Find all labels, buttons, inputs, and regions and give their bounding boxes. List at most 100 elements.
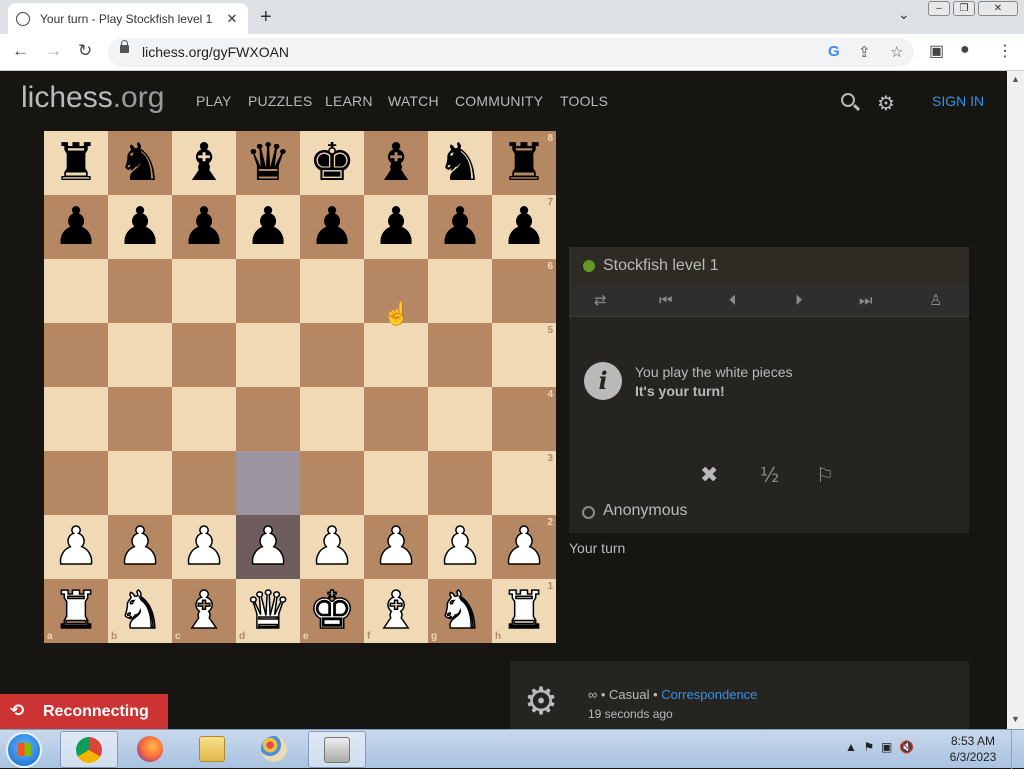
white-pawn-piece[interactable]: ♟	[372, 520, 420, 574]
square-c4[interactable]	[172, 387, 236, 451]
square-a4[interactable]	[44, 387, 108, 451]
white-pawn-piece[interactable]: ♟	[52, 520, 100, 574]
black-pawn-piece[interactable]: ♟	[309, 201, 356, 253]
square-f1[interactable]: ♝ f	[364, 579, 428, 643]
gear-icon[interactable]: ⚙	[877, 91, 895, 116]
previous-move-icon[interactable]: ⏴	[729, 291, 737, 309]
white-knight-piece[interactable]: ♞	[116, 584, 164, 638]
scroll-up-arrow-icon[interactable]: ▲	[1011, 74, 1020, 84]
square-e8[interactable]: ♚	[300, 131, 364, 195]
white-rook-piece[interactable]: ♜	[500, 584, 548, 638]
square-g8[interactable]: ♞	[428, 131, 492, 195]
tab-search-chevron-icon[interactable]: ⌄	[898, 6, 910, 23]
bookmark-star-icon[interactable]: ☆	[890, 43, 903, 61]
browser-menu-icon[interactable]: ⋮	[997, 41, 1013, 61]
url-text[interactable]: lichess.org/gyFWXOAN	[142, 44, 289, 60]
square-h2[interactable]: ♟ 2	[492, 515, 556, 579]
square-c7[interactable]: ♟	[172, 195, 236, 259]
player-name[interactable]: Anonymous	[603, 502, 688, 520]
last-move-icon[interactable]: ⏭	[859, 291, 873, 309]
resign-flag-icon[interactable]: ⚐	[816, 463, 834, 487]
share-icon[interactable]: ⇪	[858, 43, 871, 61]
square-f3[interactable]	[364, 451, 428, 515]
square-a3[interactable]	[44, 451, 108, 515]
new-tab-button[interactable]: +	[260, 6, 272, 29]
black-bishop-piece[interactable]: ♝	[373, 137, 420, 189]
scroll-down-arrow-icon[interactable]: ▼	[1011, 714, 1020, 724]
square-b6[interactable]	[108, 259, 172, 323]
square-f4[interactable]	[364, 387, 428, 451]
google-lens-icon[interactable]: G	[828, 43, 840, 60]
square-b3[interactable]	[108, 451, 172, 515]
browser-tab[interactable]: Your turn - Play Stockfish level 1 ✕	[8, 3, 248, 34]
next-move-icon[interactable]: ⏵	[795, 291, 803, 309]
reload-icon[interactable]: ↻	[78, 41, 92, 61]
black-pawn-piece[interactable]: ♟	[53, 201, 100, 253]
back-arrow-icon[interactable]: ←	[12, 41, 29, 61]
black-pawn-piece[interactable]: ♟	[437, 201, 484, 253]
black-knight-piece[interactable]: ♞	[437, 137, 484, 189]
square-e3[interactable]	[300, 451, 364, 515]
square-h5[interactable]: 5	[492, 323, 556, 387]
profile-avatar-icon[interactable]: ●	[960, 41, 970, 59]
show-desktop-button[interactable]	[1011, 730, 1024, 769]
close-window-icon[interactable]: ✕	[978, 1, 1018, 16]
square-f7[interactable]: ♟	[364, 195, 428, 259]
start-button[interactable]	[6, 732, 42, 768]
square-a7[interactable]: ♟	[44, 195, 108, 259]
square-a1[interactable]: ♜ a	[44, 579, 108, 643]
nav-tools[interactable]: TOOLS	[560, 93, 608, 109]
square-g3[interactable]	[428, 451, 492, 515]
white-pawn-piece[interactable]: ♟	[308, 520, 356, 574]
square-c1[interactable]: ♝ c	[172, 579, 236, 643]
black-pawn-piece[interactable]: ♟	[181, 201, 228, 253]
flip-board-icon[interactable]: ⇄	[594, 291, 607, 309]
square-f5[interactable]	[364, 323, 428, 387]
square-e5[interactable]	[300, 323, 364, 387]
square-g5[interactable]	[428, 323, 492, 387]
square-a8[interactable]: ♜	[44, 131, 108, 195]
square-g4[interactable]	[428, 387, 492, 451]
minimize-window-icon[interactable]: –	[928, 1, 950, 16]
white-pawn-piece[interactable]: ♟	[436, 520, 484, 574]
black-pawn-piece[interactable]: ♟	[117, 201, 164, 253]
black-pawn-piece[interactable]: ♟	[501, 201, 548, 253]
square-f2[interactable]: ♟	[364, 515, 428, 579]
white-rook-piece[interactable]: ♜	[52, 584, 100, 638]
square-b7[interactable]: ♟	[108, 195, 172, 259]
square-g2[interactable]: ♟	[428, 515, 492, 579]
address-bar[interactable]: lichess.org/gyFWXOAN G ⇪ ☆	[108, 38, 914, 67]
square-b4[interactable]	[108, 387, 172, 451]
opponent-name[interactable]: Stockfish level 1	[603, 257, 719, 275]
black-king-piece[interactable]: ♚	[309, 137, 356, 189]
taskbar-chrome[interactable]	[60, 731, 118, 768]
white-pawn-piece[interactable]: ♟	[500, 520, 548, 574]
square-h6[interactable]: 6	[492, 259, 556, 323]
square-g7[interactable]: ♟	[428, 195, 492, 259]
lock-icon[interactable]	[120, 40, 129, 53]
black-queen-piece[interactable]: ♛	[245, 137, 292, 189]
white-king-piece[interactable]: ♚	[308, 584, 356, 638]
taskbar-explorer[interactable]	[184, 731, 242, 768]
square-c3[interactable]	[172, 451, 236, 515]
square-e4[interactable]	[300, 387, 364, 451]
nav-play[interactable]: PLAY	[196, 93, 232, 109]
restore-window-icon[interactable]: ❐	[953, 1, 975, 16]
square-g1[interactable]: ♞ g	[428, 579, 492, 643]
black-rook-piece[interactable]: ♜	[501, 137, 548, 189]
square-h3[interactable]: 3	[492, 451, 556, 515]
forward-arrow-icon[interactable]: →	[45, 41, 62, 61]
white-pawn-piece[interactable]: ♟	[180, 520, 228, 574]
page-scrollbar[interactable]: ▲ ▼	[1007, 71, 1024, 729]
white-pawn-piece[interactable]: ♟	[116, 520, 164, 574]
nav-learn[interactable]: LEARN	[325, 93, 373, 109]
square-f8[interactable]: ♝	[364, 131, 428, 195]
square-h1[interactable]: ♜ 1 h	[492, 579, 556, 643]
square-a2[interactable]: ♟	[44, 515, 108, 579]
taskbar-clock[interactable]: 8:53 AM 6/3/2023	[948, 733, 998, 765]
square-e7[interactable]: ♟	[300, 195, 364, 259]
first-move-icon[interactable]: ⏮	[659, 291, 673, 309]
black-rook-piece[interactable]: ♜	[53, 137, 100, 189]
taskbar-firefox[interactable]	[122, 731, 180, 768]
square-e6[interactable]	[300, 259, 364, 323]
